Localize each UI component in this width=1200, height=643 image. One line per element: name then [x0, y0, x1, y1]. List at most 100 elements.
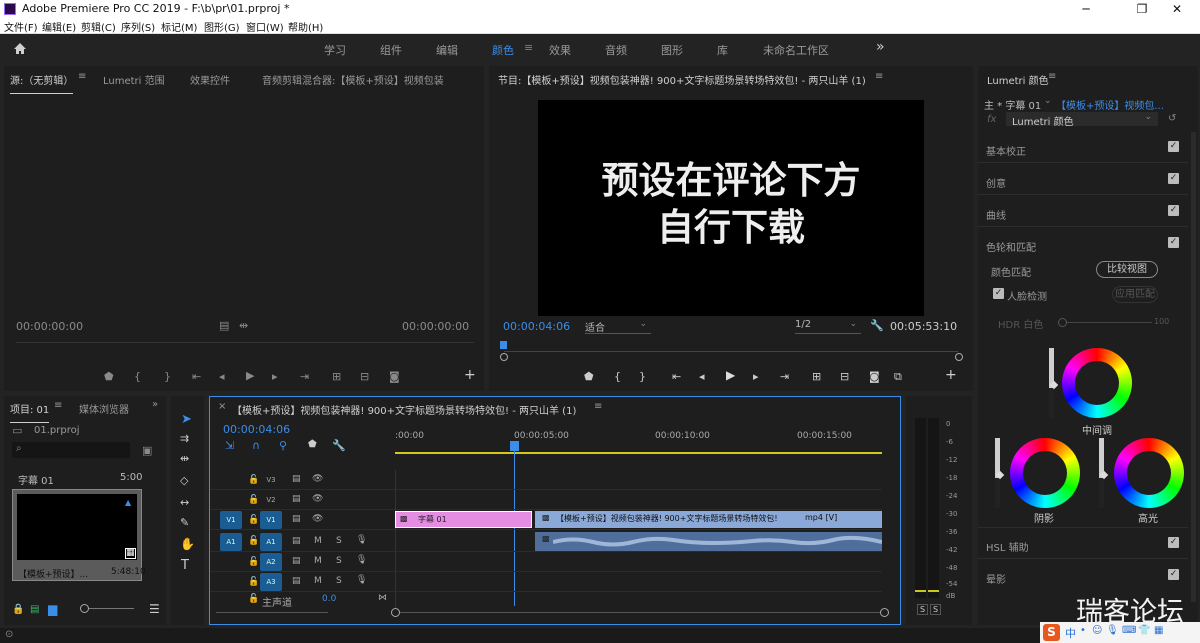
clip-thumbnail[interactable]: ▲ ▦ 【模板+预设】... 5:48:10 [12, 489, 146, 581]
new-bin-icon[interactable]: ▣ [142, 444, 152, 457]
project-menu-icon[interactable]: ☰ [149, 602, 160, 616]
track-label-v1[interactable]: V1 [260, 511, 282, 529]
solo-button[interactable]: S [336, 536, 342, 546]
lock-icon[interactable]: 🔓 [248, 594, 259, 604]
menu-help[interactable]: 帮助(H) [288, 19, 323, 34]
effect-dropdown[interactable]: Lumetri 颜色 ⌄ [1006, 112, 1158, 128]
mute-button[interactable]: M [314, 556, 322, 566]
program-timecode[interactable]: 00:00:04:06 [503, 320, 570, 333]
eye-icon[interactable]: 👁 [312, 514, 323, 524]
source-goto-out-icon[interactable]: ⇥ [300, 370, 309, 383]
ime-punct-icon[interactable]: • [1080, 625, 1086, 636]
comparison-view-icon[interactable]: ⧉ [894, 370, 902, 384]
timeline-scrollbar[interactable] [395, 612, 882, 613]
source-step-fwd-icon[interactable]: ▸ [272, 370, 278, 383]
face-detect-checkbox[interactable]: ✓ [993, 288, 1004, 299]
mic-icon[interactable]: 🎙 [356, 575, 367, 585]
program-add-button[interactable]: + [945, 367, 957, 383]
ime-language[interactable]: 中 [1065, 625, 1076, 641]
master-volume-value[interactable]: 0.0 [322, 594, 336, 604]
timeline-close-icon[interactable]: × [218, 401, 226, 423]
lock-icon[interactable]: 🔓 [248, 515, 259, 525]
section-checkbox[interactable]: ✓ [1168, 205, 1179, 216]
project-tab-menu-icon[interactable]: ≡ [54, 400, 62, 422]
mic-icon[interactable]: 🎙 [356, 555, 367, 565]
source-patch-a1[interactable]: A1 [220, 533, 242, 551]
section-vignette[interactable]: 晕影 ✓ [978, 560, 1188, 591]
program-goto-out-icon[interactable]: ⇥ [780, 370, 789, 383]
lumetri-menu-icon[interactable]: ≡ [1048, 71, 1056, 93]
section-checkbox[interactable]: ✓ [1168, 173, 1179, 184]
fit-dropdown[interactable]: 适合 ⌄ [585, 319, 651, 334]
extract-icon[interactable]: ⊟ [840, 370, 849, 383]
menu-clip[interactable]: 剪辑(C) [81, 19, 116, 34]
solo-right-button[interactable]: S [930, 604, 942, 615]
timeline-settings-icon[interactable]: 🔧 [332, 439, 346, 452]
tab-audio-clip-mixer[interactable]: 音频剪辑混合器:【模板+预设】视频包装 [262, 72, 444, 94]
hdr-white-slider[interactable] [1062, 322, 1152, 323]
highlights-wheel[interactable] [1114, 438, 1184, 508]
header-scrollbar[interactable] [216, 612, 328, 613]
section-hsl-secondary[interactable]: HSL 辅助 ✓ [978, 528, 1188, 559]
program-video-frame[interactable]: 预设在评论下方 自行下载 [538, 100, 924, 316]
source-timecode[interactable]: 00:00:00:00 [16, 320, 83, 333]
add-marker-icon[interactable]: ⬟ [308, 439, 317, 450]
lock-icon[interactable]: 🔓 [248, 475, 259, 485]
program-playhead[interactable] [500, 341, 507, 349]
program-play-icon[interactable]: ▶ [726, 368, 735, 382]
sync-lock-icon[interactable]: ▤ [292, 556, 301, 566]
source-camera-icon[interactable]: ◙ [389, 370, 400, 383]
mute-button[interactable]: M [314, 536, 322, 546]
track-select-tool-icon[interactable]: ⇉ [180, 432, 189, 445]
eye-icon[interactable]: 👁 [312, 494, 323, 504]
solo-button[interactable]: S [336, 576, 342, 586]
hand-tool-icon[interactable]: ✋ [180, 537, 195, 551]
workspace-graphics[interactable]: 图形 [661, 42, 683, 58]
close-button[interactable]: ✕ [1154, 0, 1200, 18]
workspace-libraries[interactable]: 库 [717, 42, 728, 58]
shadows-brightness-slider[interactable] [995, 438, 1005, 508]
menu-marker[interactable]: 标记(M) [161, 19, 197, 34]
workspace-editing[interactable]: 编辑 [436, 42, 458, 58]
sync-lock-icon[interactable]: ▤ [292, 576, 301, 586]
track-label-a3[interactable]: A3 [260, 573, 282, 591]
list-view-icon[interactable]: ▤ [30, 604, 39, 615]
program-out-icon[interactable]: } [639, 370, 646, 383]
section-checkbox[interactable]: ✓ [1168, 569, 1179, 580]
section-creative[interactable]: 创意 ✓ [978, 164, 1188, 195]
track-label-v2[interactable]: V2 [260, 491, 282, 509]
linked-selection-icon[interactable]: ⚲ [279, 439, 287, 452]
quality-dropdown[interactable]: 1/2 ⌄ [795, 319, 861, 334]
lumetri-scrollbar[interactable] [1191, 132, 1196, 602]
comparison-view-button[interactable]: 比较视图 [1096, 261, 1158, 278]
workspace-more-button[interactable]: » [876, 39, 885, 55]
zoom-slider[interactable] [84, 608, 134, 609]
tab-effect-controls[interactable]: 效果控件 [190, 72, 230, 94]
workspace-color[interactable]: 颜色 [492, 42, 514, 58]
sync-lock-icon[interactable]: ▤ [292, 514, 301, 524]
export-frame-icon[interactable]: ◙ [869, 370, 880, 383]
source-out-icon[interactable]: } [164, 370, 171, 383]
midtones-brightness-slider[interactable] [1049, 348, 1059, 418]
mic-icon[interactable]: 🎙 [356, 535, 367, 545]
ime-tools-icon[interactable]: ▦ [1154, 625, 1163, 636]
video-clip[interactable]: ▩ 【模板+预设】视频包装神器! 900+文字标题场景转场特效包! mp4 [V… [535, 511, 882, 528]
highlights-brightness-slider[interactable] [1099, 438, 1109, 508]
midtones-wheel[interactable] [1062, 348, 1132, 418]
icon-view-icon[interactable]: ▆ [48, 602, 57, 616]
apply-match-button[interactable]: 应用匹配 [1112, 286, 1158, 303]
lock-icon[interactable]: 🔓 [248, 557, 259, 567]
solo-button[interactable]: S [336, 556, 342, 566]
shadows-wheel[interactable] [1010, 438, 1080, 508]
source-insert-btn-icon[interactable]: ⊞ [332, 370, 341, 383]
menu-window[interactable]: 窗口(W) [246, 19, 284, 34]
program-step-fwd-icon[interactable]: ▸ [753, 370, 759, 383]
source-marker-icon[interactable]: ⬟ [104, 370, 114, 383]
section-checkbox[interactable]: ✓ [1168, 141, 1179, 152]
menu-sequence[interactable]: 序列(S) [121, 19, 155, 34]
program-scrubber[interactable] [504, 351, 958, 352]
timeline-menu-icon[interactable]: ≡ [594, 401, 602, 423]
program-goto-in-icon[interactable]: ⇤ [672, 370, 681, 383]
timeline-timecode[interactable]: 00:00:04:06 [223, 423, 290, 436]
slip-tool-icon[interactable]: ↔ [180, 496, 189, 509]
